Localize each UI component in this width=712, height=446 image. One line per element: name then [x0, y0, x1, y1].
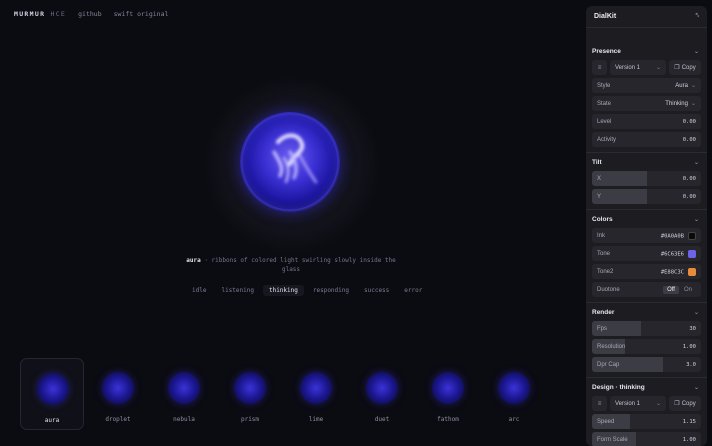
tone-color-field[interactable]: Tone #6C63E6: [592, 246, 701, 261]
gallery-card-duet[interactable]: duet: [350, 358, 414, 430]
collapse-icon[interactable]: ⤣: [696, 13, 699, 20]
resolution-slider[interactable]: Resolution 1.00: [592, 339, 701, 354]
section-title: Presence: [592, 47, 621, 55]
section-tilt[interactable]: Tilt ⌄: [586, 153, 707, 171]
gallery-card-label: aura: [44, 417, 60, 424]
chevron-down-icon: ⌄: [693, 384, 699, 391]
tone-swatch: [688, 249, 696, 258]
orb-preview: [240, 112, 340, 212]
chevron-down-icon: ⌄: [693, 216, 699, 223]
nebula-thumbnail: [168, 372, 200, 404]
state-tab-responding[interactable]: responding: [307, 285, 355, 296]
orb-description-text: · ribbons of colored light swirling slow…: [204, 257, 396, 273]
section-render[interactable]: Render ⌄: [586, 303, 707, 321]
gallery-card-label: fathom: [437, 416, 459, 423]
gallery-card-label: lime: [308, 416, 324, 423]
state-tab-listening[interactable]: listening: [215, 285, 260, 296]
github-link[interactable]: github: [78, 10, 101, 18]
form-scale-slider[interactable]: Form Scale 1.00: [592, 432, 701, 446]
panel-header: DialKit ⤣: [586, 6, 707, 28]
fps-slider[interactable]: Fps 30: [592, 321, 701, 336]
tilt-x-slider[interactable]: X 0.00: [592, 171, 701, 186]
orb-description: aura · ribbons of colored light swirling…: [180, 256, 402, 274]
fathom-thumbnail: [432, 372, 464, 404]
presence-version-row: ≡ Version 1 ⌄ ❐ Copy: [592, 60, 701, 75]
presence-version-select[interactable]: Version 1 ⌄: [610, 60, 666, 75]
lime-thumbnail: [300, 372, 332, 404]
orb-name: aura: [186, 257, 201, 264]
duotone-off-option[interactable]: Off: [663, 285, 679, 294]
orb-ribbons: [241, 113, 339, 211]
top-nav: MURMUR HCE github swift original: [14, 10, 168, 18]
preview-stage: MURMUR HCE github swift original aura · …: [0, 0, 584, 446]
chevron-down-icon: ⌄: [690, 101, 696, 107]
chevron-down-icon: ⌄: [693, 48, 699, 55]
ink-swatch: [688, 231, 696, 240]
design-version-row: ≡ Version 1 ⌄ ❐ Copy: [592, 396, 701, 411]
design-copy-button[interactable]: ❐ Copy: [669, 396, 701, 411]
tone2-swatch: [688, 267, 696, 276]
duet-thumbnail: [366, 372, 398, 404]
dpr-cap-slider[interactable]: Dpr Cap 3.0: [592, 357, 701, 372]
chevron-down-icon: ⌄: [693, 159, 699, 166]
chevron-down-icon: ⌄: [690, 83, 696, 89]
gallery-card-droplet[interactable]: droplet: [86, 358, 150, 430]
arc-thumbnail: [498, 372, 530, 404]
gallery-card-lime[interactable]: lime: [284, 358, 348, 430]
gallery-card-nebula[interactable]: nebula: [152, 358, 216, 430]
gallery-card-arc[interactable]: arc: [482, 358, 546, 430]
tilt-y-slider[interactable]: Y 0.00: [592, 189, 701, 204]
droplet-thumbnail: [102, 372, 134, 404]
dialkit-panel: DialKit ⤣ Presence ⌄ ≡ Version 1 ⌄ ❐ Copy …: [586, 6, 707, 446]
copy-icon: ❐: [674, 401, 680, 407]
state-tab-idle[interactable]: idle: [186, 285, 212, 296]
panel-title: DialKit: [594, 13, 617, 20]
chevron-down-icon: ⌄: [655, 401, 661, 407]
style-select[interactable]: Style Aura ⌄: [592, 78, 701, 93]
chevron-down-icon: ⌄: [693, 309, 699, 316]
sliders-icon[interactable]: ≡: [592, 396, 607, 411]
prism-thumbnail: [234, 372, 266, 404]
section-colors[interactable]: Colors ⌄: [586, 210, 707, 228]
gallery-card-label: duet: [374, 416, 390, 423]
chevron-down-icon: ⌄: [655, 65, 661, 71]
design-version-select[interactable]: Version 1 ⌄: [610, 396, 666, 411]
swift-original-link[interactable]: swift original: [114, 10, 169, 18]
presence-copy-button[interactable]: ❐ Copy: [669, 60, 701, 75]
state-tabs: idle listening thinking responding succe…: [186, 285, 428, 296]
activity-slider[interactable]: Activity 0.00: [592, 132, 701, 147]
state-tab-error[interactable]: error: [398, 285, 428, 296]
brand-logo[interactable]: MURMUR HCE: [14, 10, 66, 18]
gallery-card-prism[interactable]: prism: [218, 358, 282, 430]
section-design[interactable]: Design · thinking ⌄: [586, 378, 707, 396]
gallery-card-fathom[interactable]: fathom: [416, 358, 480, 430]
gallery-card-label: droplet: [105, 416, 131, 423]
speed-slider[interactable]: Speed 1.15: [592, 414, 701, 429]
gallery-card-label: prism: [240, 416, 260, 423]
gallery-card-label: arc: [508, 416, 520, 423]
gallery-card-aura[interactable]: aura: [20, 358, 84, 430]
duotone-toggle: Duotone Off On: [592, 282, 701, 297]
state-tab-thinking[interactable]: thinking: [262, 285, 304, 296]
gallery-card-label: nebula: [173, 416, 195, 423]
aura-thumbnail: [37, 373, 69, 405]
level-slider[interactable]: Level 0.00: [592, 114, 701, 129]
copy-icon: ❐: [674, 65, 680, 71]
state-select[interactable]: State Thinking ⌄: [592, 96, 701, 111]
section-presence[interactable]: Presence ⌄: [586, 42, 707, 60]
state-tab-success[interactable]: success: [358, 285, 395, 296]
tone2-color-field[interactable]: Tone2 #E88C3C: [592, 264, 701, 279]
duotone-on-option[interactable]: On: [680, 286, 696, 294]
orb-gallery: aura droplet nebula prism lime duet fath…: [20, 358, 548, 430]
sliders-icon[interactable]: ≡: [592, 60, 607, 75]
ink-color-field[interactable]: Ink #0A0A0B: [592, 228, 701, 243]
